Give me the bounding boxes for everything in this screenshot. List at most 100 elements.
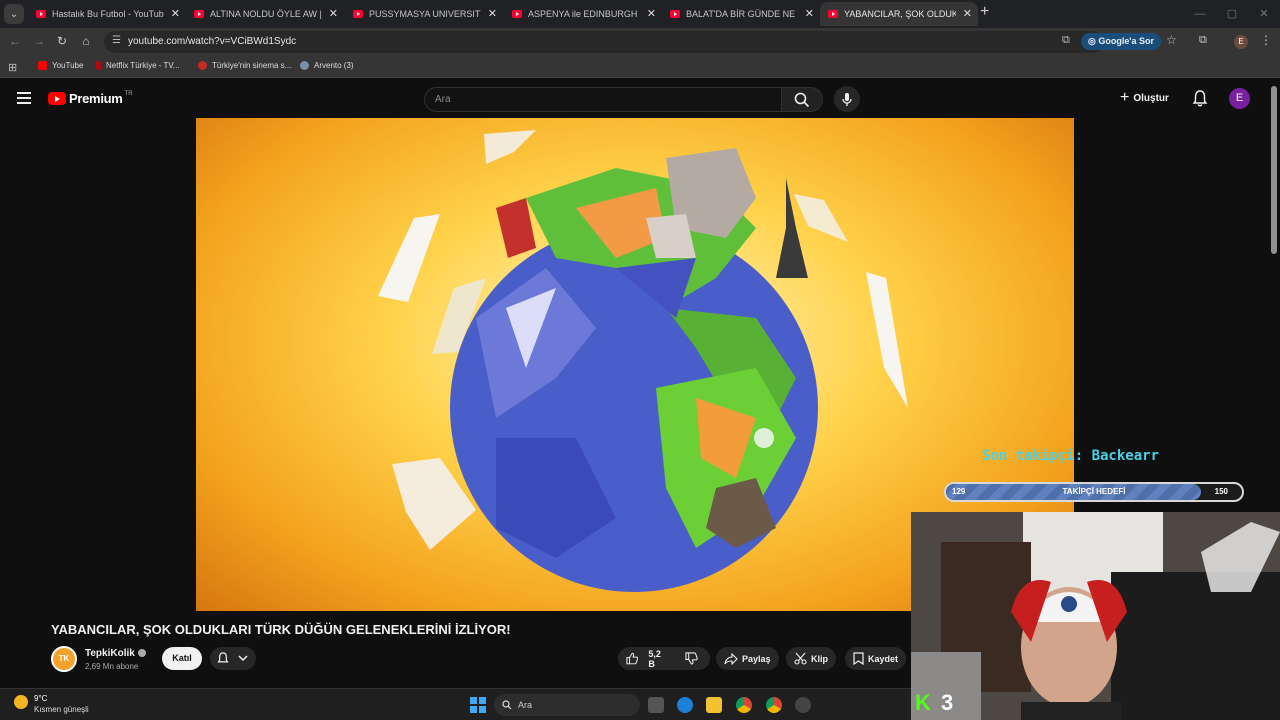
bell-icon — [217, 652, 229, 663]
join-button[interactable]: Katıl — [162, 647, 202, 670]
like-dislike-group: 5,2 B — [618, 647, 710, 670]
voice-search-button[interactable] — [834, 86, 860, 112]
create-label: Oluştur — [1133, 92, 1169, 104]
save-button[interactable]: Kaydet — [845, 647, 907, 670]
tab-close-icon[interactable]: ✕ — [171, 7, 180, 20]
browser-tab[interactable]: BALAT'DA BİR GÜNDE NE YENİ ✕ — [662, 2, 820, 26]
share-label: Paylaş — [742, 653, 771, 664]
thumbs-up-icon — [626, 652, 639, 665]
bookmark-star-icon[interactable]: ☆ — [1166, 33, 1177, 47]
browser-tab-active[interactable]: YABANCILAR, ŞOK OLDUKLARI ✕ — [820, 2, 978, 26]
bookmark-arvento[interactable]: Arvento (3) — [300, 61, 354, 70]
search-input[interactable]: Ara — [424, 87, 782, 112]
profile-avatar[interactable]: E — [1234, 35, 1248, 49]
channel-name[interactable]: TepkiKolik — [85, 648, 146, 659]
share-button[interactable]: Paylaş — [716, 647, 779, 670]
tab-search-button[interactable]: ⌄ — [4, 4, 24, 24]
google-ask-label: Google'a Sor — [1098, 36, 1155, 46]
page-scrollbar[interactable] — [1271, 86, 1277, 254]
tab-close-icon[interactable]: ✕ — [647, 7, 656, 20]
account-avatar[interactable]: E — [1229, 88, 1250, 109]
install-app-icon[interactable]: ⧉ — [1062, 34, 1070, 47]
edge-browser-icon[interactable] — [677, 697, 693, 713]
google-ask-button[interactable]: ◎ Google'a Sor — [1081, 33, 1162, 50]
region-code: TR — [124, 90, 133, 97]
site-info-icon[interactable]: ☰ — [112, 35, 121, 46]
youtube-favicon-icon — [38, 61, 47, 70]
youtube-favicon-icon — [670, 10, 680, 18]
tab-title: ASPENYA ile EDINBURGH YEME — [528, 9, 640, 19]
video-title: YABANCILAR, ŞOK OLDUKLARI TÜRK DÜĞÜN GEL… — [51, 622, 511, 637]
menu-hamburger-icon[interactable] — [17, 92, 31, 107]
window-controls: — ▢ ✕ — [1184, 0, 1280, 28]
tab-title: ALTINA NOLDU ÖYLE AW | Kam — [210, 9, 322, 19]
verified-badge-icon — [137, 649, 146, 658]
like-button[interactable]: 5,2 B — [626, 649, 669, 669]
plus-icon: + — [1120, 89, 1130, 106]
forward-icon[interactable]: → — [31, 34, 47, 48]
bookmark-sinema[interactable]: Türkiye'nin sinema s... — [198, 61, 291, 70]
file-explorer-icon[interactable] — [706, 697, 722, 713]
bookmark-netflix[interactable]: Netflix Türkiye - TV... — [96, 61, 180, 70]
close-window-icon[interactable]: ✕ — [1248, 0, 1280, 28]
extensions-icon[interactable]: ⧉ — [1199, 34, 1207, 47]
obs-studio-icon[interactable] — [795, 697, 811, 713]
chrome-profile-icon[interactable] — [766, 697, 782, 713]
tab-close-icon[interactable]: ✕ — [488, 7, 497, 20]
search-icon — [794, 92, 810, 107]
dislike-button[interactable] — [685, 652, 702, 665]
search-button[interactable] — [781, 87, 823, 112]
goal-label: TAKİPÇİ HEDEFİ — [1062, 487, 1126, 496]
kick-logo-icon: K — [915, 690, 931, 715]
taskbar-search[interactable]: Ara — [494, 694, 640, 716]
new-tab-button[interactable]: + — [980, 3, 989, 21]
maximize-icon[interactable]: ▢ — [1216, 0, 1248, 28]
youtube-header: Premium TR Ara + Oluştur E — [0, 80, 1280, 118]
tab-close-icon[interactable]: ✕ — [329, 7, 338, 20]
channel-avatar[interactable]: TK — [51, 646, 77, 672]
tab-close-icon[interactable]: ✕ — [805, 7, 814, 20]
reload-icon[interactable]: ↻ — [54, 34, 70, 48]
minimize-icon[interactable]: — — [1184, 0, 1216, 28]
chrome-icon[interactable] — [736, 697, 752, 713]
apps-grid-icon[interactable]: ⊞ — [8, 61, 17, 74]
chevron-down-icon — [238, 655, 248, 662]
browser-tab[interactable]: Hastalık Bu Futbol - YouTube ✕ — [28, 2, 186, 26]
tab-title: PUSSYMASYA UNIVERSITY | Ma — [369, 9, 481, 19]
tab-close-icon[interactable]: ✕ — [963, 7, 972, 20]
browser-tab[interactable]: PUSSYMASYA UNIVERSITY | Ma ✕ — [345, 2, 503, 26]
search-icon — [502, 700, 512, 710]
like-count: 5,2 B — [648, 648, 661, 669]
bookmark-youtube[interactable]: YouTube — [38, 61, 83, 70]
youtube-premium-logo[interactable]: Premium TR — [48, 91, 133, 106]
browser-tab-bar: ⌄ Hastalık Bu Futbol - YouTube ✕ ALTINA … — [0, 0, 1280, 28]
create-button[interactable]: + Oluştur — [1120, 89, 1169, 106]
google-lens-icon: ◎ — [1088, 36, 1099, 46]
tab-title: BALAT'DA BİR GÜNDE NE YENİ — [686, 9, 798, 19]
notifications-button[interactable] — [1192, 90, 1208, 112]
share-arrow-icon — [724, 652, 738, 665]
clip-label: Klip — [811, 653, 828, 664]
browser-menu-icon[interactable]: ⋮ — [1260, 33, 1272, 47]
netflix-favicon-icon — [96, 61, 101, 70]
bookmark-label: Türkiye'nin sinema s... — [212, 61, 292, 70]
save-label: Kaydet — [868, 653, 899, 664]
youtube-favicon-icon — [353, 10, 363, 18]
bookmark-save-icon — [853, 652, 864, 665]
logo-text: Premium — [69, 91, 123, 106]
browser-tab[interactable]: ASPENYA ile EDINBURGH YEME ✕ — [504, 2, 662, 26]
weather-description[interactable]: Kısmen güneşli — [34, 705, 89, 714]
windows-taskbar: 9°C Kısmen güneşli Ara — [0, 688, 911, 720]
back-icon[interactable]: ← — [7, 34, 23, 48]
windows-start-icon[interactable] — [470, 697, 486, 713]
subscription-notifications-button[interactable] — [210, 647, 256, 670]
home-icon[interactable]: ⌂ — [78, 34, 94, 48]
url-text[interactable]: youtube.com/watch?v=VCiBWd1Sydc — [128, 36, 296, 47]
task-view-icon[interactable] — [648, 697, 664, 713]
weather-sun-icon[interactable] — [14, 695, 28, 709]
goal-target: 150 — [1214, 487, 1228, 496]
address-bar[interactable]: ☰ youtube.com/watch?v=VCiBWd1Sydc ⧉ — [104, 31, 1104, 53]
browser-tab[interactable]: ALTINA NOLDU ÖYLE AW | Kam ✕ — [186, 2, 344, 26]
clip-button[interactable]: Klip — [786, 647, 836, 670]
weather-temperature[interactable]: 9°C — [34, 694, 47, 703]
